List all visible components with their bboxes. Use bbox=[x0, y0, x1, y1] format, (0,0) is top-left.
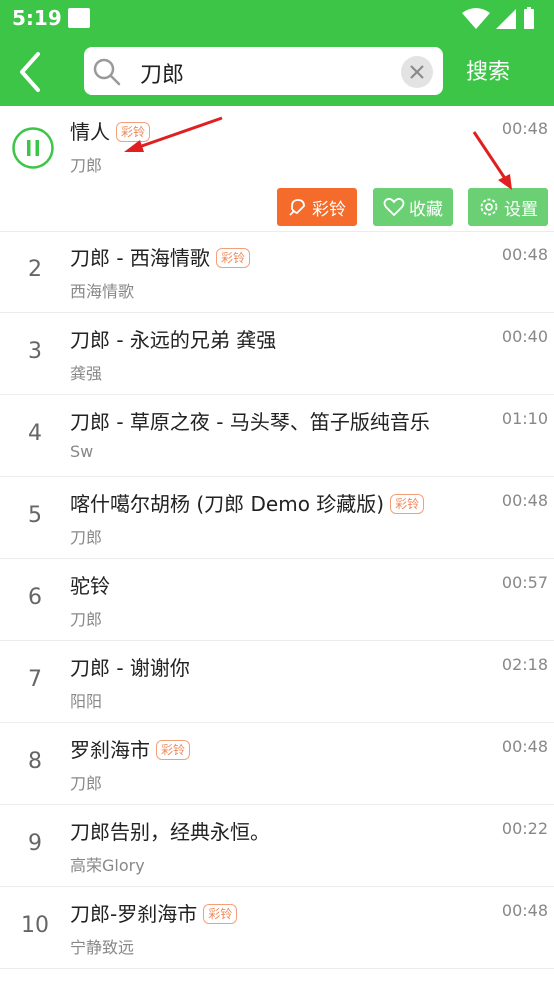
song-duration: 00:22 bbox=[501, 819, 548, 838]
notification-icon bbox=[68, 8, 90, 28]
song-number: 2 bbox=[28, 257, 42, 282]
song-number: 3 bbox=[28, 339, 42, 364]
song-title: 刀郎-罗刹海市 彩铃 bbox=[70, 898, 238, 927]
song-title: 驼铃 bbox=[70, 574, 110, 598]
search-query: 刀郎 bbox=[140, 63, 185, 88]
clear-button[interactable] bbox=[401, 56, 433, 88]
search-input[interactable]: 刀郎 bbox=[84, 47, 443, 95]
close-icon bbox=[410, 65, 424, 79]
song-artist: 刀郎 bbox=[70, 610, 103, 629]
status-icons bbox=[462, 7, 534, 29]
list-item[interactable]: 8 罗刹海市 彩铃 刀郎 00:48 bbox=[0, 724, 554, 805]
song-artist: 龚强 bbox=[70, 364, 103, 383]
song-duration: 00:48 bbox=[501, 119, 548, 138]
wifi-icon bbox=[462, 8, 490, 29]
list-item[interactable]: 3 刀郎 - 永远的兄弟 龚强 龚强 00:40 bbox=[0, 314, 554, 395]
song-number: 9 bbox=[28, 831, 42, 856]
search-icon bbox=[93, 58, 121, 86]
song-duration: 00:48 bbox=[501, 737, 548, 756]
song-title: 罗刹海市 彩铃 bbox=[70, 734, 191, 763]
settings-button[interactable]: 设置 bbox=[468, 188, 548, 226]
status-time: 5:19 bbox=[12, 6, 62, 30]
song-number: 6 bbox=[28, 585, 42, 610]
list-item-playing[interactable]: 情人 彩铃 刀郎 00:48 彩铃 收藏 设置 bbox=[0, 106, 554, 232]
bell-icon bbox=[289, 199, 305, 216]
ringtone-button[interactable]: 彩铃 bbox=[277, 188, 357, 226]
back-button[interactable] bbox=[14, 50, 54, 94]
song-duration: 00:48 bbox=[501, 245, 548, 264]
song-title: 刀郎 - 西海情歌 彩铃 bbox=[70, 242, 250, 271]
song-title: 刀郎告别，经典永恒。 bbox=[70, 820, 270, 844]
song-number: 10 bbox=[21, 913, 49, 938]
list-item[interactable]: 4 刀郎 - 草原之夜 - 马头琴、笛子版纯音乐 Sw 01:10 bbox=[0, 396, 554, 477]
list-item[interactable]: 7 刀郎 - 谢谢你 阳阳 02:18 bbox=[0, 642, 554, 723]
song-duration: 00:48 bbox=[501, 491, 548, 510]
heart-icon bbox=[383, 197, 405, 217]
gear-icon bbox=[480, 198, 498, 216]
song-artist: 宁静致远 bbox=[70, 938, 135, 957]
list-item[interactable]: 10 刀郎-罗刹海市 彩铃 宁静致远 00:48 bbox=[0, 888, 554, 969]
favorite-button[interactable]: 收藏 bbox=[373, 188, 453, 226]
song-duration: 02:18 bbox=[501, 655, 548, 674]
song-artist: 高荣Glory bbox=[70, 856, 145, 875]
song-duration: 00:57 bbox=[501, 573, 548, 592]
song-duration: 00:40 bbox=[501, 327, 548, 346]
list-item[interactable]: 6 驼铃 刀郎 00:57 bbox=[0, 560, 554, 641]
song-duration: 01:10 bbox=[501, 409, 548, 428]
search-header: 刀郎 搜索 bbox=[0, 36, 554, 106]
song-duration: 00:48 bbox=[501, 901, 548, 920]
song-title: 刀郎 - 永远的兄弟 龚强 bbox=[70, 328, 277, 352]
ringtone-badge: 彩铃 bbox=[390, 493, 425, 514]
ringtone-badge: 彩铃 bbox=[156, 739, 191, 760]
song-number: 7 bbox=[28, 667, 42, 692]
song-title: 刀郎 - 草原之夜 - 马头琴、笛子版纯音乐 bbox=[70, 410, 430, 434]
settings-label: 设置 bbox=[504, 199, 538, 220]
song-artist: 刀郎 bbox=[70, 774, 103, 793]
ringtone-badge: 彩铃 bbox=[203, 903, 238, 924]
list-item[interactable]: 5 喀什噶尔胡杨 (刀郎 Demo 珍藏版) 彩铃 刀郎 00:48 bbox=[0, 478, 554, 559]
song-artist: 刀郎 bbox=[70, 156, 103, 175]
status-bar: 5:19 bbox=[0, 0, 554, 36]
song-artist: 刀郎 bbox=[70, 528, 103, 547]
ringtone-badge: 彩铃 bbox=[116, 121, 151, 142]
song-title: 刀郎 - 谢谢你 bbox=[70, 656, 190, 680]
battery-icon bbox=[524, 9, 534, 29]
song-title: 喀什噶尔胡杨 (刀郎 Demo 珍藏版) 彩铃 bbox=[70, 488, 425, 517]
list-item[interactable]: 2 刀郎 - 西海情歌 彩铃 西海情歌 00:48 bbox=[0, 232, 554, 313]
pause-icon[interactable] bbox=[12, 127, 54, 169]
song-number: 8 bbox=[28, 749, 42, 774]
song-artist: Sw bbox=[70, 442, 94, 461]
favorite-label: 收藏 bbox=[409, 199, 443, 220]
song-number: 5 bbox=[28, 503, 42, 528]
search-button[interactable]: 搜索 bbox=[466, 54, 510, 86]
song-artist: 西海情歌 bbox=[70, 282, 135, 301]
list-item[interactable]: 9 刀郎告别，经典永恒。 高荣Glory 00:22 bbox=[0, 806, 554, 887]
ringtone-badge: 彩铃 bbox=[215, 247, 250, 268]
song-number: 4 bbox=[28, 421, 42, 446]
chevron-left-icon bbox=[20, 52, 40, 92]
song-title: 情人 彩铃 bbox=[70, 116, 151, 145]
song-artist: 阳阳 bbox=[70, 692, 103, 711]
ringtone-label: 彩铃 bbox=[312, 199, 346, 220]
signal-icon bbox=[496, 9, 516, 29]
